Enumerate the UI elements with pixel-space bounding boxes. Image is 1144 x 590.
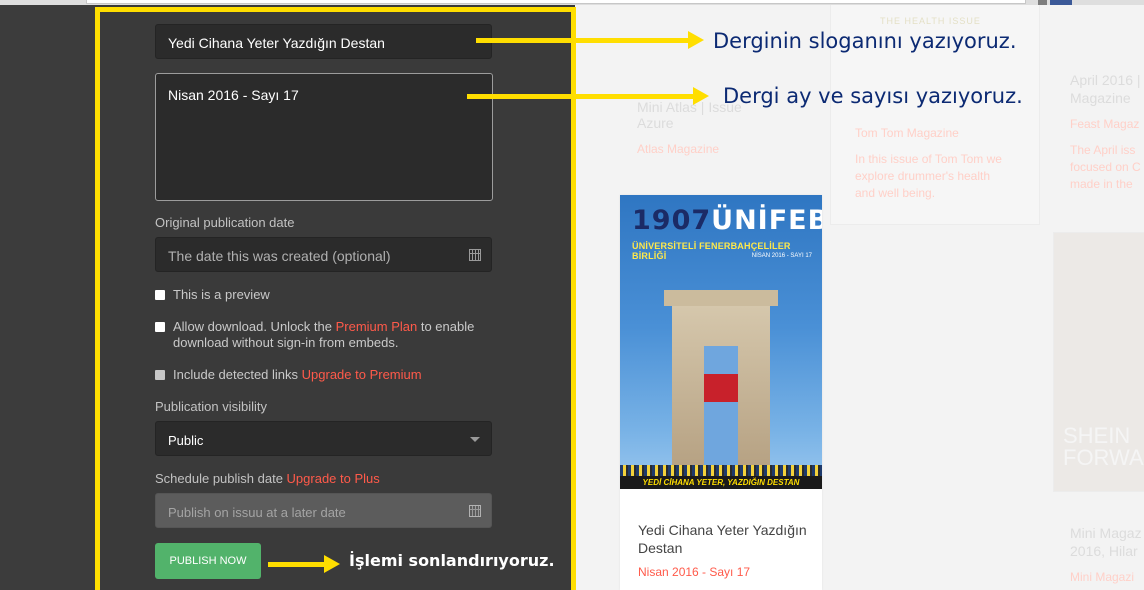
schedule-input[interactable]: Publish on issuu at a later date: [155, 493, 492, 528]
schedule-label-pre: Schedule publish date: [155, 471, 287, 486]
issue-textarea[interactable]: Nisan 2016 - Sayı 17: [155, 73, 493, 201]
calendar-icon[interactable]: [469, 505, 481, 517]
cover-issue: NİSAN 2016 - SAYI 17: [751, 253, 812, 259]
bg-card-desc: In this issue of Tom Tom we: [855, 152, 1002, 166]
slogan-value: Yedi Cihana Yeter Yazdığın Destan: [168, 35, 385, 51]
bg-card-publisher: Atlas Magazine: [637, 142, 720, 156]
bg-card-desc: made in the: [1070, 177, 1133, 191]
annotation-issue: Dergi ay ve sayısı yazıyoruz.: [723, 84, 1023, 108]
chevron-down-icon: [470, 437, 480, 442]
bg-card-desc: The April iss: [1070, 143, 1136, 157]
calendar-icon[interactable]: [469, 249, 481, 261]
bg-card-title: 2016, Hilar: [1070, 543, 1138, 559]
links-checkbox[interactable]: Include detected links Upgrade to Premiu…: [155, 367, 515, 383]
annotation-arrow: [476, 31, 704, 49]
preview-checkbox[interactable]: This is a preview: [155, 287, 515, 303]
publication-card[interactable]: 1907ÜNİFEB ÜNİVERSİTELİ FENERBAHÇELİLER …: [620, 195, 822, 590]
checkbox-icon[interactable]: [155, 322, 165, 332]
visibility-select[interactable]: Public: [155, 421, 492, 456]
visibility-label: Publication visibility: [155, 399, 267, 414]
annotation-publish: İşlemi sonlandırıyoruz.: [349, 551, 555, 570]
date-input[interactable]: The date this was created (optional): [155, 237, 492, 272]
flag-icon: [704, 374, 738, 402]
download-checkbox[interactable]: Allow download. Unlock the Premium Plan …: [155, 319, 515, 351]
bg-card-publisher: Feast Magaz: [1070, 117, 1140, 131]
annotation-slogan: Derginin sloganını yazıyoruz.: [713, 29, 1017, 53]
monument-gap: [704, 346, 738, 478]
bg-card-title: Mini Magaz: [1070, 525, 1142, 541]
checkbox-icon[interactable]: [155, 370, 165, 380]
download-label: Allow download. Unlock the Premium Plan …: [173, 319, 515, 351]
schedule-placeholder: Publish on issuu at a later date: [168, 505, 346, 520]
checkbox-icon[interactable]: [155, 290, 165, 300]
issue-value: Nisan 2016 - Sayı 17: [168, 87, 299, 103]
bg-card-title: Azure: [637, 115, 674, 131]
annotation-arrow: [467, 87, 709, 105]
annotation-arrow: [268, 555, 340, 573]
cover-name: ÜNİFEB: [711, 205, 822, 236]
schedule-label: Schedule publish date Upgrade to Plus: [155, 471, 380, 486]
monument-top: [664, 290, 778, 306]
links-label-pre: Include detected links: [173, 367, 302, 382]
cover-title: 1907ÜNİFEB: [632, 205, 822, 236]
bg-card-title: April 2016 |: [1070, 72, 1141, 88]
bg-card-publisher: Tom Tom Magazine: [855, 126, 959, 140]
card-title[interactable]: Yedi Cihana Yeter Yazdığın Destan: [638, 521, 808, 557]
bg-card-desc: explore drummer's health: [855, 169, 991, 183]
publish-now-button[interactable]: PUBLISH NOW: [155, 543, 261, 579]
premium-plan-link[interactable]: Premium Plan: [336, 319, 418, 334]
upgrade-plus-link[interactable]: Upgrade to Plus: [287, 471, 380, 486]
bg-cover-text: SHEIN FORWA: [1063, 423, 1144, 470]
date-placeholder: The date this was created (optional): [168, 248, 391, 264]
date-label: Original publication date: [155, 215, 295, 230]
visibility-value: Public: [168, 433, 204, 448]
bg-card-publisher: Mini Magazi: [1070, 570, 1135, 584]
download-label-pre: Allow download. Unlock the: [173, 319, 336, 334]
preview-label: This is a preview: [173, 287, 270, 302]
monument-illustration: [664, 290, 778, 478]
links-label: Include detected links Upgrade to Premiu…: [173, 367, 515, 383]
bg-card-desc: focused on C: [1070, 160, 1141, 174]
cover-year: 1907: [632, 205, 712, 236]
slogan-input[interactable]: Yedi Cihana Yeter Yazdığın Destan: [155, 24, 492, 59]
cover-image[interactable]: 1907ÜNİFEB ÜNİVERSİTELİ FENERBAHÇELİLER …: [620, 195, 822, 489]
upgrade-premium-link[interactable]: Upgrade to Premium: [302, 367, 422, 382]
address-bar[interactable]: [86, 0, 1026, 4]
cover-banner: YEDİ CİHANA YETER, YAZDIĞIN DESTAN: [620, 476, 822, 489]
bg-card-title: Magazine: [1070, 90, 1131, 106]
card-issue[interactable]: Nisan 2016 - Sayı 17: [638, 565, 750, 579]
bg-card-badge: THE HEALTH ISSUE: [880, 16, 981, 26]
bg-card-desc: and well being.: [855, 186, 936, 200]
